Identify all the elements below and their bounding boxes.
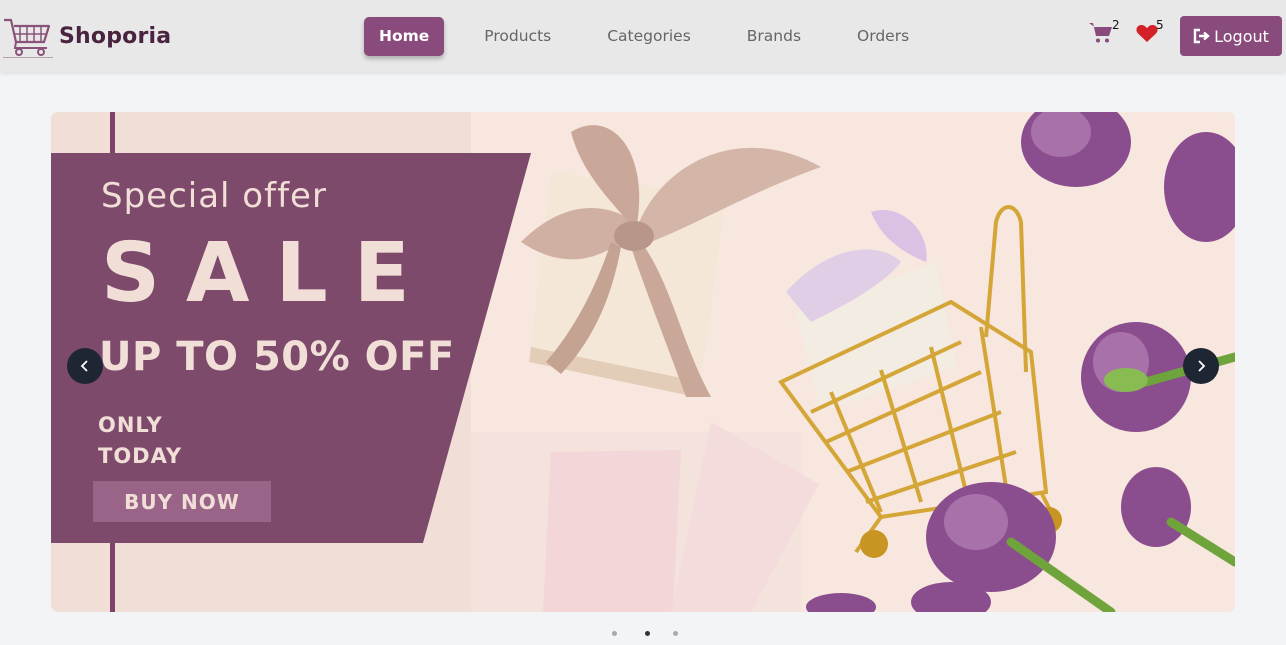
logout-label: Logout — [1214, 26, 1269, 46]
nav-link-categories[interactable]: Categories — [607, 27, 691, 45]
logout-button[interactable]: Logout — [1180, 16, 1282, 56]
carousel-indicator-3[interactable] — [673, 631, 678, 636]
heart-icon — [1136, 25, 1158, 42]
buy-now-button[interactable]: BUY NOW — [93, 481, 271, 522]
brand-name: Shoporia — [59, 23, 172, 49]
logout-icon — [1193, 28, 1210, 44]
nav-link-products[interactable]: Products — [484, 27, 551, 45]
nav-link-home[interactable]: Home — [364, 16, 445, 56]
brand[interactable]: Shoporia — [3, 14, 171, 58]
cart-count-badge: 2 — [1112, 18, 1120, 32]
decorative-line-bottom — [110, 543, 115, 612]
promo-special-offer: Special offer — [101, 176, 327, 216]
chevron-right-icon — [1198, 360, 1206, 372]
carousel-indicator-2[interactable] — [645, 631, 650, 636]
hero-carousel: Special offer SALE UP TO 50% OFF ONLY TO… — [51, 112, 1235, 612]
cart-button[interactable]: 2 — [1089, 18, 1120, 48]
carousel-indicator-1[interactable] — [612, 631, 617, 636]
promo-sale-heading: SALE — [101, 226, 436, 321]
carousel-indicators — [610, 629, 682, 639]
promo-today-text: TODAY — [98, 444, 183, 468]
nav-link-orders[interactable]: Orders — [857, 27, 909, 45]
promo-only-today: ONLY TODAY — [98, 410, 182, 472]
nav-link-brands[interactable]: Brands — [747, 27, 801, 45]
promo-discount: UP TO 50% OFF — [99, 334, 455, 380]
carousel-prev-button[interactable] — [67, 348, 103, 384]
decorative-line-top — [110, 112, 115, 153]
main-nav: Home Products Categories Brands Orders — [364, 16, 965, 56]
chevron-left-icon — [80, 360, 88, 372]
promo-only-text: ONLY — [98, 413, 163, 437]
wishlist-button[interactable]: 5 — [1136, 18, 1164, 47]
wishlist-count-badge: 5 — [1156, 18, 1164, 32]
top-navbar: Shoporia Home Products Categories Brands… — [0, 0, 1286, 72]
shopping-cart-logo-icon — [3, 18, 53, 58]
buy-now-label: BUY NOW — [124, 489, 240, 514]
carousel-next-button[interactable] — [1183, 348, 1219, 384]
cart-icon — [1089, 23, 1112, 43]
